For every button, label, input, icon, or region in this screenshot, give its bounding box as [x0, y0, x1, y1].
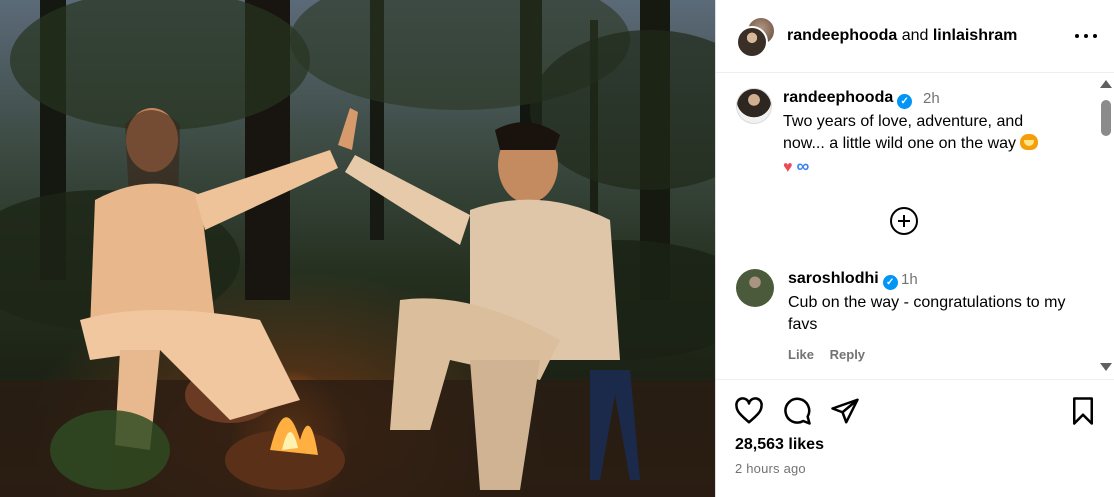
infinity-emoji-icon: ∞ [796, 156, 810, 176]
comment-like-button[interactable]: Like [788, 347, 814, 362]
comment-timestamp[interactable]: 1h [901, 271, 918, 288]
post-photo [0, 0, 715, 497]
post-authors: randeephooda and linlaishram [787, 27, 1017, 45]
post-header: randeephooda and linlaishram [716, 0, 1114, 73]
heart-icon[interactable] [734, 396, 764, 426]
caption-text-block: Two years of love, adventure, and now...… [783, 111, 1063, 179]
scroll-down-arrow-icon[interactable] [1100, 363, 1112, 371]
heart-emoji-icon: ♥ [783, 159, 793, 176]
verified-badge-icon: ✓ [882, 275, 898, 290]
comment-icon[interactable] [782, 396, 812, 426]
authors-connector: and [901, 27, 929, 44]
comments-section: randeephooda ✓ 2h Two years of love, adve… [716, 74, 1114, 379]
comment-avatar[interactable] [736, 269, 774, 307]
coauthor-username[interactable]: linlaishram [933, 27, 1017, 44]
plus-circle-icon[interactable] [890, 207, 918, 235]
comment-text: Cub on the way - congratulations to my f… [788, 294, 1066, 333]
campfire-couple-image [0, 0, 715, 497]
scroll-up-arrow-icon[interactable] [1100, 80, 1112, 88]
post-actions: 28,563 likes 2 hours ago [716, 379, 1114, 497]
caption-avatar[interactable] [736, 88, 772, 124]
author-username[interactable]: randeephooda [787, 27, 897, 44]
caption-text: Two years of love, adventure, and now...… [783, 113, 1024, 152]
share-icon[interactable] [830, 396, 860, 426]
caption-timestamp[interactable]: 2h [923, 90, 940, 107]
scrollbar-thumb[interactable] [1101, 100, 1111, 136]
post-side-panel: randeephooda and linlaishram randeephood… [715, 0, 1114, 497]
bookmark-icon[interactable] [1068, 396, 1098, 426]
likes-count[interactable]: 28,563 likes [735, 436, 824, 454]
more-options-icon[interactable] [1075, 28, 1097, 44]
comment-reply-button[interactable]: Reply [830, 347, 865, 362]
verified-badge-icon: ✓ [897, 94, 913, 109]
comment-username[interactable]: saroshlodhi [788, 270, 879, 287]
comments-scrollbar[interactable] [1097, 74, 1114, 379]
post-age[interactable]: 2 hours ago [735, 461, 806, 476]
caption-username[interactable]: randeephooda [783, 89, 893, 106]
comment-actions: Like Reply [788, 347, 877, 362]
tiger-emoji-icon [1020, 134, 1039, 150]
comment-username-row: saroshlodhi ✓ [788, 270, 898, 290]
author-avatar[interactable] [736, 26, 768, 58]
caption-username-row: randeephooda ✓ [783, 89, 913, 109]
author-avatars[interactable] [736, 16, 780, 58]
